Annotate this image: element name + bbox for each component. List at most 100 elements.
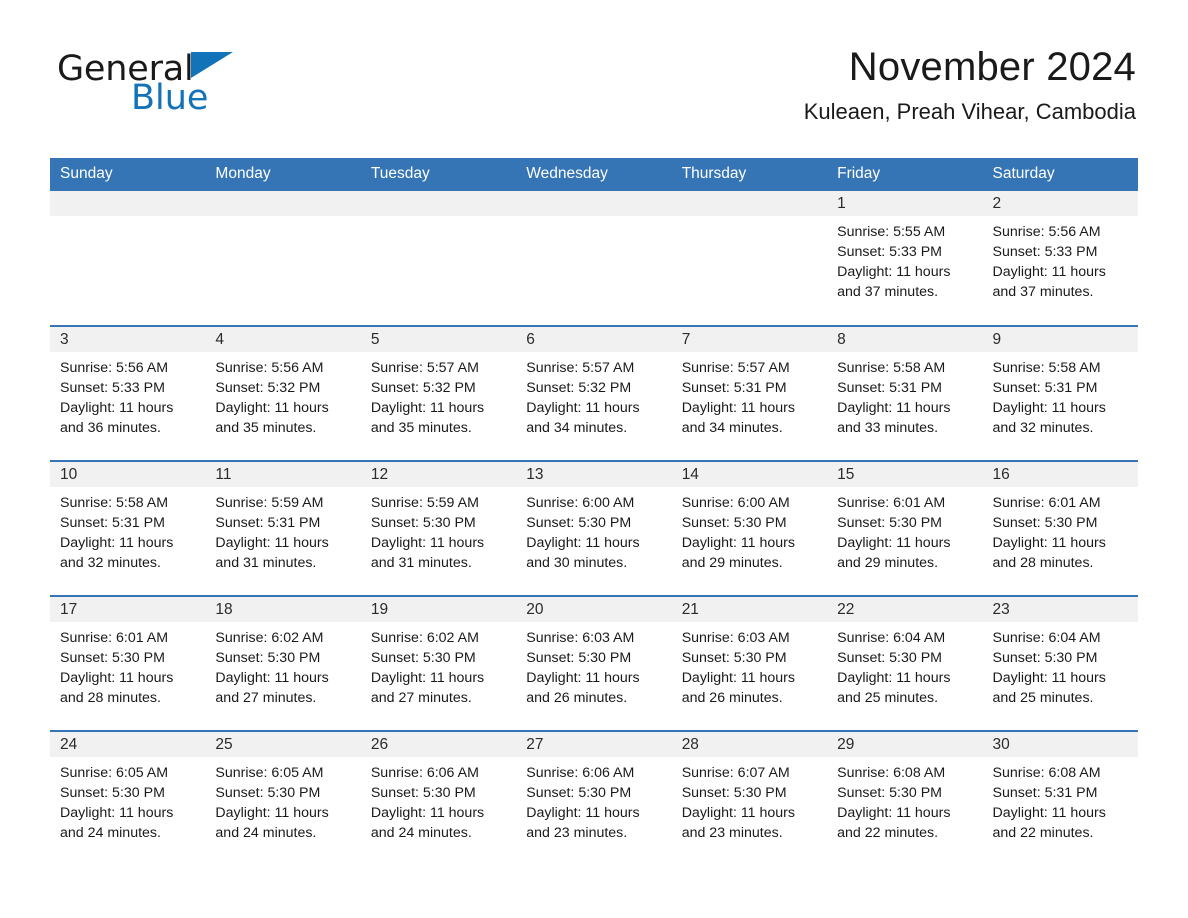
logo-text-blue: Blue — [131, 78, 209, 118]
day-details: Sunrise: 5:56 AM Sunset: 5:33 PM Daylight:… — [50, 352, 205, 438]
daylight-text: Daylight: 11 hours and 26 minutes. — [681, 670, 795, 706]
sunset-text: Sunset: 5:30 PM — [681, 650, 787, 666]
calendar-day-cell[interactable]: 10 Sunrise: 5:58 AM Sunset: 5:31 PM Dayligh… — [50, 460, 206, 596]
calendar-day-cell[interactable]: 12 Sunrise: 5:59 AM Sunset: 5:30 PM Dayligh… — [360, 460, 517, 596]
page-title: November 2024 — [848, 45, 1136, 89]
calendar-day-cell[interactable]: 7 Sunrise: 5:57 AM Sunset: 5:31 PM Daylight… — [671, 325, 828, 461]
day-details: Sunrise: 6:00 AM Sunset: 5:30 PM Daylight:… — [516, 487, 671, 573]
day-number: 3 — [50, 327, 206, 352]
calendar-day-cell[interactable]: 30 Sunrise: 6:08 AM Sunset: 5:31 PM Dayligh… — [982, 730, 1138, 866]
calendar-day-cell[interactable]: 18 Sunrise: 6:02 AM Sunset: 5:30 PM Dayligh… — [205, 595, 361, 731]
day-number: 22 — [827, 597, 983, 622]
weekday-header-friday: Friday — [827, 158, 983, 191]
day-number: 6 — [516, 327, 672, 352]
day-number: 12 — [360, 462, 517, 487]
sunrise-text: Sunrise: 6:08 AM — [837, 765, 946, 781]
day-details: Sunrise: 5:59 AM Sunset: 5:30 PM Daylight:… — [361, 487, 516, 573]
sunrise-text: Sunrise: 5:59 AM — [215, 495, 324, 511]
day-number: 11 — [205, 462, 361, 487]
calendar-day-cell[interactable]: 11 Sunrise: 5:59 AM Sunset: 5:31 PM Dayligh… — [205, 460, 361, 596]
day-details: Sunrise: 6:01 AM Sunset: 5:30 PM Daylight:… — [827, 487, 982, 573]
daylight-text: Daylight: 11 hours and 22 minutes. — [992, 805, 1106, 841]
day-number: 28 — [671, 732, 828, 757]
day-number: 2 — [982, 191, 1138, 216]
day-number: 26 — [360, 732, 517, 757]
daylight-text: Daylight: 11 hours and 32 minutes. — [992, 400, 1106, 436]
day-number: 16 — [982, 462, 1138, 487]
calendar-day-cell[interactable]: 26 Sunrise: 6:06 AM Sunset: 5:30 PM Dayligh… — [360, 730, 517, 866]
day-number: 7 — [671, 327, 828, 352]
sunrise-text: Sunrise: 5:58 AM — [992, 360, 1101, 376]
sunrise-text: Sunrise: 6:02 AM — [370, 630, 479, 646]
sunset-text: Sunset: 5:30 PM — [526, 515, 632, 531]
sunrise-text: Sunrise: 5:58 AM — [837, 360, 946, 376]
calendar-day-cell[interactable]: 23 Sunrise: 6:04 AM Sunset: 5:30 PM Dayligh… — [982, 595, 1138, 731]
calendar-week-row: 17 Sunrise: 6:01 AM Sunset: 5:30 PM Dayligh… — [50, 595, 1138, 731]
daylight-text: Daylight: 11 hours and 23 minutes. — [526, 805, 640, 841]
daylight-text: Daylight: 11 hours and 29 minutes. — [681, 535, 795, 571]
sunrise-text: Sunrise: 5:57 AM — [526, 360, 635, 376]
day-details: Sunrise: 6:05 AM Sunset: 5:30 PM Daylight:… — [50, 757, 205, 843]
day-number: 9 — [982, 327, 1138, 352]
calendar-day-cell[interactable]: 20 Sunrise: 6:03 AM Sunset: 5:30 PM Dayligh… — [516, 595, 672, 731]
title-block: November 2024 Kuleaen, Preah Vihear, Cam… — [804, 44, 1136, 125]
calendar-day-cell[interactable]: 29 Sunrise: 6:08 AM Sunset: 5:30 PM Dayligh… — [827, 730, 983, 866]
daylight-text: Daylight: 11 hours and 24 minutes. — [215, 805, 329, 841]
day-number: 19 — [360, 597, 517, 622]
calendar-day-cell[interactable]: 22 Sunrise: 6:04 AM Sunset: 5:30 PM Dayligh… — [827, 595, 983, 731]
sunset-text: Sunset: 5:33 PM — [60, 380, 165, 396]
calendar-week-row: 24 Sunrise: 6:05 AM Sunset: 5:30 PM Dayligh… — [50, 730, 1138, 866]
day-number: 1 — [827, 191, 983, 216]
daylight-text: Daylight: 11 hours and 30 minutes. — [526, 535, 640, 571]
calendar-day-cell[interactable]: 16 Sunrise: 6:01 AM Sunset: 5:30 PM Dayligh… — [982, 460, 1138, 596]
day-details: Sunrise: 5:58 AM Sunset: 5:31 PM Daylight:… — [827, 352, 982, 438]
day-details: Sunrise: 5:56 AM Sunset: 5:32 PM Daylight:… — [205, 352, 360, 438]
sunrise-text: Sunrise: 6:04 AM — [837, 630, 946, 646]
day-details: Sunrise: 6:02 AM Sunset: 5:30 PM Daylight:… — [361, 622, 516, 708]
day-details: Sunrise: 5:55 AM Sunset: 5:33 PM Daylight:… — [827, 216, 982, 302]
calendar-day-cell[interactable]: 15 Sunrise: 6:01 AM Sunset: 5:30 PM Dayligh… — [827, 460, 983, 596]
daylight-text: Daylight: 11 hours and 37 minutes. — [837, 264, 951, 300]
calendar-day-cell-empty — [671, 191, 828, 326]
calendar-day-cell[interactable]: 21 Sunrise: 6:03 AM Sunset: 5:30 PM Dayligh… — [671, 595, 828, 731]
calendar-day-cell-empty — [50, 191, 206, 326]
calendar-day-cell[interactable]: 25 Sunrise: 6:05 AM Sunset: 5:30 PM Dayligh… — [205, 730, 361, 866]
sunrise-text: Sunrise: 6:03 AM — [681, 630, 790, 646]
calendar-day-cell[interactable]: 9 Sunrise: 5:58 AM Sunset: 5:31 PM Daylight… — [982, 325, 1138, 461]
calendar-day-cell[interactable]: 28 Sunrise: 6:07 AM Sunset: 5:30 PM Dayligh… — [671, 730, 828, 866]
calendar-page: General Blue November 2024 Kuleaen, Prea… — [0, 0, 1188, 918]
calendar-day-cell[interactable]: 8 Sunrise: 5:58 AM Sunset: 5:31 PM Daylight… — [827, 325, 983, 461]
day-number: 17 — [50, 597, 206, 622]
calendar-day-cell[interactable]: 19 Sunrise: 6:02 AM Sunset: 5:30 PM Dayligh… — [360, 595, 517, 731]
sunrise-text: Sunrise: 6:05 AM — [215, 765, 324, 781]
calendar-day-cell[interactable]: 17 Sunrise: 6:01 AM Sunset: 5:30 PM Dayligh… — [50, 595, 206, 731]
calendar-day-cell[interactable]: 5 Sunrise: 5:57 AM Sunset: 5:32 PM Daylight… — [360, 325, 517, 461]
daylight-text: Daylight: 11 hours and 26 minutes. — [526, 670, 640, 706]
calendar-table: Sunday Monday Tuesday Wednesday Thursday… — [50, 158, 1138, 866]
day-details: Sunrise: 6:08 AM Sunset: 5:30 PM Daylight:… — [827, 757, 982, 843]
calendar-day-cell[interactable]: 24 Sunrise: 6:05 AM Sunset: 5:30 PM Dayligh… — [50, 730, 206, 866]
sunset-text: Sunset: 5:31 PM — [60, 515, 165, 531]
daylight-text: Daylight: 11 hours and 37 minutes. — [992, 264, 1106, 300]
calendar-day-cell[interactable]: 3 Sunrise: 5:56 AM Sunset: 5:33 PM Daylight… — [50, 325, 206, 461]
calendar-day-cell[interactable]: 1 Sunrise: 5:55 AM Sunset: 5:33 PM Daylight… — [827, 191, 983, 326]
calendar-day-cell[interactable]: 4 Sunrise: 5:56 AM Sunset: 5:32 PM Daylight… — [205, 325, 361, 461]
calendar-day-cell[interactable]: 14 Sunrise: 6:00 AM Sunset: 5:30 PM Dayligh… — [671, 460, 828, 596]
day-details: Sunrise: 6:02 AM Sunset: 5:30 PM Daylight:… — [205, 622, 360, 708]
sunset-text: Sunset: 5:30 PM — [992, 650, 1098, 666]
day-details: Sunrise: 5:58 AM Sunset: 5:31 PM Daylight:… — [50, 487, 205, 573]
day-details: Sunrise: 6:01 AM Sunset: 5:30 PM Daylight:… — [50, 622, 205, 708]
daylight-text: Daylight: 11 hours and 31 minutes. — [370, 535, 485, 571]
calendar-day-cell[interactable]: 27 Sunrise: 6:06 AM Sunset: 5:30 PM Dayligh… — [516, 730, 672, 866]
calendar-week-row: 10 Sunrise: 5:58 AM Sunset: 5:31 PM Dayligh… — [50, 460, 1138, 596]
daylight-text: Daylight: 11 hours and 35 minutes. — [215, 400, 329, 436]
triangle-icon — [190, 52, 233, 78]
calendar-day-cell[interactable]: 13 Sunrise: 6:00 AM Sunset: 5:30 PM Dayligh… — [516, 460, 672, 596]
calendar-day-cell[interactable]: 2 Sunrise: 5:56 AM Sunset: 5:33 PM Daylight… — [982, 191, 1138, 326]
sunset-text: Sunset: 5:32 PM — [526, 380, 632, 396]
day-details: Sunrise: 6:06 AM Sunset: 5:30 PM Daylight:… — [516, 757, 671, 843]
daylight-text: Daylight: 11 hours and 31 minutes. — [215, 535, 329, 571]
calendar-day-cell[interactable]: 6 Sunrise: 5:57 AM Sunset: 5:32 PM Daylight… — [516, 325, 672, 461]
sunset-text: Sunset: 5:30 PM — [370, 515, 476, 531]
day-details: Sunrise: 6:07 AM Sunset: 5:30 PM Daylight:… — [672, 757, 827, 843]
